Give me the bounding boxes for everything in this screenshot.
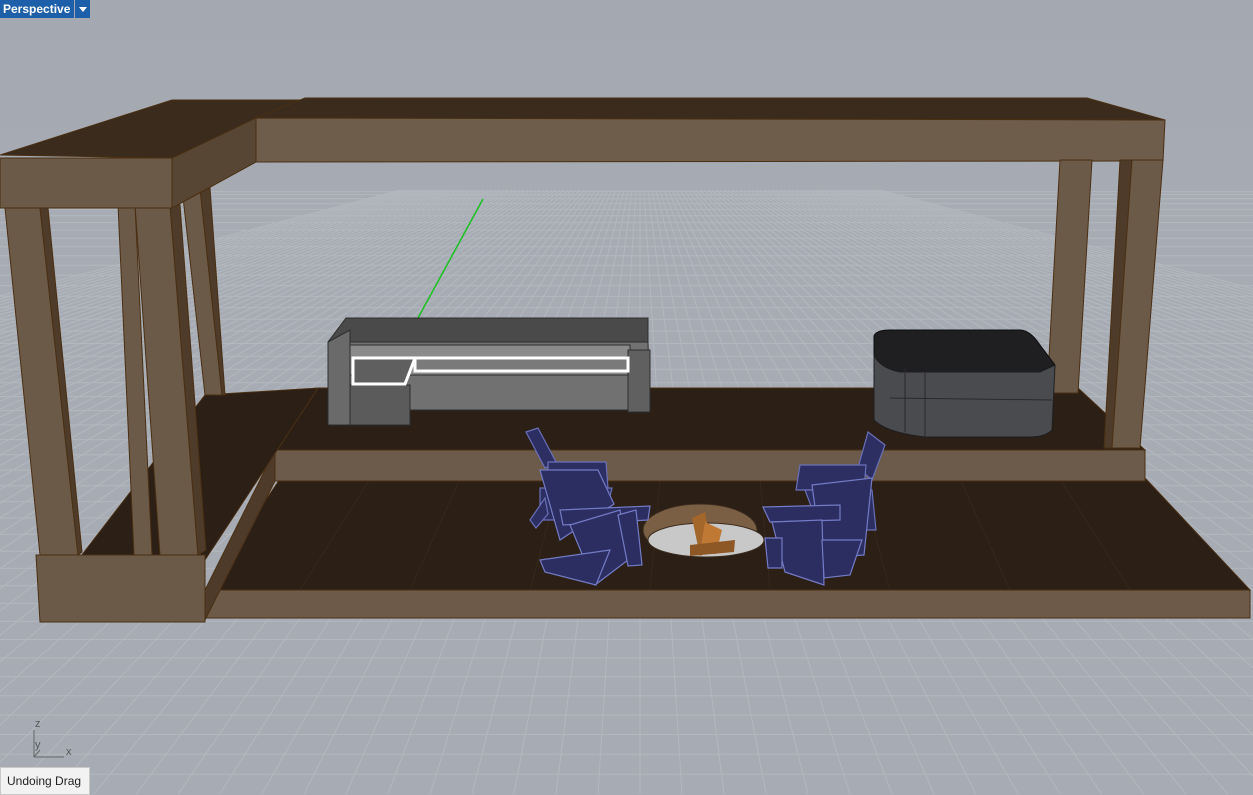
chevron-down-icon <box>78 6 87 12</box>
viewport-menu-button[interactable] <box>75 0 91 18</box>
hot-tub[interactable] <box>873 329 1056 438</box>
roof-beam[interactable] <box>255 97 1166 163</box>
x-axis-label: x <box>66 746 72 758</box>
sofa[interactable] <box>327 317 651 426</box>
scene-canvas[interactable] <box>0 0 1253 794</box>
selected-seat-edge[interactable] <box>413 356 630 373</box>
perspective-viewport[interactable]: z y x <box>0 0 1253 794</box>
viewport-title[interactable]: Perspective <box>0 0 75 18</box>
selected-cushion[interactable] <box>351 356 418 386</box>
y-axis-label: y <box>35 739 41 751</box>
status-message: Undoing Drag <box>0 767 91 795</box>
z-axis-label: z <box>35 718 41 730</box>
viewport-tab[interactable]: Perspective <box>0 0 91 18</box>
